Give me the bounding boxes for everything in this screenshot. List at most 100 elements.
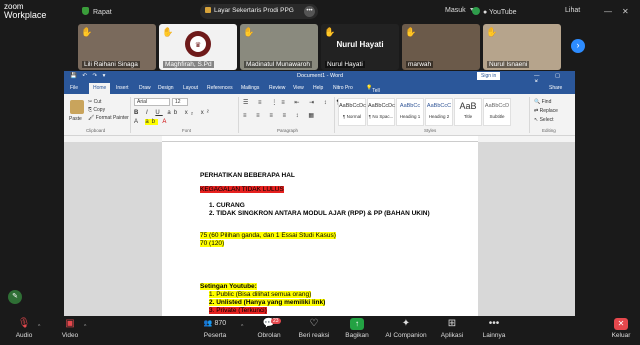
more-options-icon[interactable]: ••• xyxy=(304,6,315,17)
signin-menu[interactable]: Masuk xyxy=(445,7,474,14)
participant-count: 870 xyxy=(214,320,227,327)
participant-name: Nurul Hayati xyxy=(325,61,365,68)
view-menu[interactable]: Lihat xyxy=(565,7,580,14)
chat-badge: 23 xyxy=(271,318,281,324)
shield-icon xyxy=(82,7,89,15)
style-heading-1[interactable]: AaBbCc Heading 1 xyxy=(396,98,424,126)
tab-help[interactable]: Help xyxy=(313,85,323,91)
participant-tile[interactable]: ✋ Madinatul Munawaroh xyxy=(240,24,318,70)
shared-screen: 💾 ↶ ↷ ▾ Document1 - Word Sign in — ▢ ✕ F… xyxy=(64,71,575,316)
tab-view[interactable]: View xyxy=(293,85,304,91)
zoom-window: zoom Workplace Rapat Layar Sekertaris Pr… xyxy=(0,0,640,345)
document-page[interactable]: PERHATIKAN BEBERAPA HAL KEGAGALAN TIDAK … xyxy=(162,142,478,316)
video-button[interactable]: ▣ Video xyxy=(56,318,84,339)
replace-button[interactable]: ⇄ Replace xyxy=(534,108,558,114)
style-subtitle[interactable]: AaBbCcD Subtitle xyxy=(483,98,511,126)
style-normal[interactable]: AaBbCcDc ¶ Normal xyxy=(338,98,366,126)
replace-label: Replace xyxy=(539,108,558,114)
audio-options-caret[interactable]: ^ xyxy=(38,324,40,330)
check-icon xyxy=(472,7,480,15)
tab-mailings[interactable]: Mailings xyxy=(241,85,259,91)
close-icon[interactable]: ✕ xyxy=(622,7,629,16)
ribbon-divider xyxy=(529,97,530,133)
audio-button[interactable]: 🎙 Audio xyxy=(10,318,38,339)
tab-review[interactable]: Review xyxy=(269,85,285,91)
chat-label: Obrolan xyxy=(257,332,281,339)
raised-hand-icon: ✋ xyxy=(486,27,498,37)
share-button[interactable]: ↑ Bagikan xyxy=(342,318,372,339)
style-sample: AaBbCc xyxy=(399,103,421,109)
style-sample: AaBbCcDc xyxy=(339,103,366,109)
screen-share-indicator[interactable]: Layar Sekertaris Prodi PPG ••• xyxy=(200,4,318,19)
leave-button[interactable]: ✕ Keluar xyxy=(608,318,634,339)
participant-display-name: Nurul Hayati xyxy=(336,40,384,49)
participant-tile[interactable]: ✋ Nurul Hayati Nurul Hayati xyxy=(321,24,399,70)
font-name-select[interactable]: Arial xyxy=(134,98,170,106)
ai-label: AI Companion xyxy=(385,332,427,339)
edit-pencil-icon[interactable]: ✎ xyxy=(8,290,22,304)
style-title[interactable]: AaB Title xyxy=(454,98,482,126)
next-page-icon[interactable]: › xyxy=(571,39,585,53)
select-button[interactable]: ↖ Select xyxy=(534,117,554,123)
paste-button[interactable]: Paste xyxy=(69,116,82,122)
find-button[interactable]: 🔍 Find xyxy=(534,99,551,105)
meeting-info[interactable]: Rapat xyxy=(82,7,112,16)
tab-home[interactable]: Home xyxy=(89,83,111,94)
paste-icon[interactable] xyxy=(70,100,84,114)
sparkle-icon: ✦ xyxy=(401,318,411,329)
doc-list-item-text: 3. Private (Terkunci) xyxy=(209,307,267,314)
tab-references[interactable]: References xyxy=(207,85,233,91)
participants-icon: 👥 870 xyxy=(203,320,227,327)
meeting-title: Rapat xyxy=(93,9,112,16)
style-sample: AaB xyxy=(459,101,477,111)
leave-icon: ✕ xyxy=(614,318,628,330)
more-button[interactable]: ••• Lainnya xyxy=(478,318,510,339)
font-size-select[interactable]: 12 xyxy=(172,98,188,106)
audio-label: Audio xyxy=(15,332,33,339)
tell-me-search[interactable]: 💡 Tell me what you want to do xyxy=(366,85,383,130)
paragraph-group-label: Paragraph xyxy=(277,128,299,133)
tab-draw[interactable]: Draw xyxy=(139,85,151,91)
participant-tile[interactable]: ✋ Nurul Isnaeni xyxy=(483,24,561,70)
format-painter-button[interactable]: 🖌 Format Painter xyxy=(88,115,129,121)
font-format-buttons[interactable]: B I U ab x₂ x² xyxy=(134,110,212,116)
participant-tile[interactable]: ✋ marwah xyxy=(402,24,480,70)
tab-layout[interactable]: Layout xyxy=(183,85,198,91)
word-share-button[interactable]: Share xyxy=(549,85,562,91)
style-heading-2[interactable]: AaBbCcC Heading 2 xyxy=(425,98,453,126)
youtube-live[interactable]: ● YouTube xyxy=(472,7,517,16)
ai-companion-button[interactable]: ✦ AI Companion xyxy=(382,318,430,339)
tab-insert[interactable]: Insert xyxy=(116,85,129,91)
apps-button[interactable]: ⊞ Aplikasi xyxy=(436,318,468,339)
share-screen-icon: ↑ xyxy=(350,318,364,330)
word-signin-button[interactable]: Sign in xyxy=(477,72,501,80)
style-no-spacing[interactable]: AaBbCcDc ¶ No Spac... xyxy=(367,98,395,126)
cut-button[interactable]: ✂ Cut xyxy=(88,99,101,105)
quick-access-icons[interactable]: 💾 ↶ ↷ ▾ xyxy=(70,73,107,79)
list-buttons[interactable]: ☰ ≡ ⋮≡ ⇤ ⇥ ↕ ¶ xyxy=(243,99,344,106)
participant-tile[interactable]: ✋ Lili Raihani Sinaga xyxy=(78,24,156,70)
participants-button[interactable]: 👥 870 Peserta xyxy=(198,318,232,339)
tab-design[interactable]: Design xyxy=(158,85,174,91)
more-label: Lainnya xyxy=(482,332,506,339)
apps-label: Aplikasi xyxy=(440,332,464,339)
document-area: PERHATIKAN BEBERAPA HAL KEGAGALAN TIDAK … xyxy=(64,142,575,316)
top-bar: zoom Workplace Rapat Layar Sekertaris Pr… xyxy=(0,0,640,24)
tab-nitro[interactable]: Nitro Pro xyxy=(333,85,353,91)
word-ribbon-tabs: File Home Insert Draw Design Layout Refe… xyxy=(64,82,575,130)
apps-icon: ⊞ xyxy=(447,318,457,329)
chat-button[interactable]: 23 💬 Obrolan xyxy=(254,318,284,339)
tab-file[interactable]: File xyxy=(70,85,78,91)
doc-list-item: 2. TIDAK SINGKRON ANTARA MODUL AJAR (RPP… xyxy=(209,210,430,217)
video-options-caret[interactable]: ^ xyxy=(84,324,86,330)
font-color-buttons[interactable]: A ab A xyxy=(134,119,169,125)
participants-options-caret[interactable]: ^ xyxy=(241,324,243,330)
copy-button[interactable]: ⎘ Copy xyxy=(88,107,105,113)
minimize-icon[interactable]: — xyxy=(604,7,612,16)
doc-list-item: 2. Unlisted (Hanya yang memiliki link) xyxy=(209,299,326,306)
youtube-label: YouTube xyxy=(489,9,517,16)
participant-tile[interactable]: ✋ ♛ Maghfirah, S.Pd xyxy=(159,24,237,70)
ribbon-divider xyxy=(238,97,239,133)
align-buttons[interactable]: ≡ ≡ ≡ ≡ ↕ ▦ xyxy=(243,112,318,119)
reactions-button[interactable]: ♡ Beri reaksi xyxy=(296,318,332,339)
